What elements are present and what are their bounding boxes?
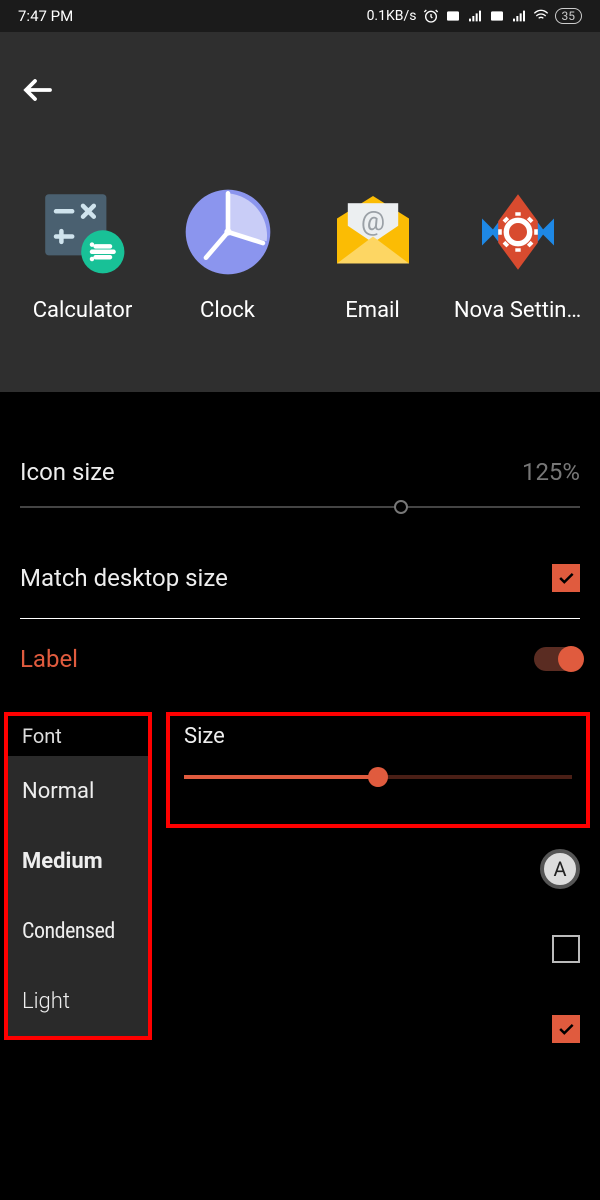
battery-indicator: 35 bbox=[555, 8, 583, 24]
signal-icon bbox=[467, 8, 483, 24]
status-indicators: 0.1KB/s 35 bbox=[367, 8, 582, 24]
size-slider[interactable] bbox=[184, 775, 572, 779]
nova-settings-icon bbox=[468, 182, 568, 282]
calculator-icon bbox=[33, 182, 133, 282]
match-desktop-checkbox[interactable] bbox=[552, 564, 580, 592]
font-panel: Font Normal Medium Condensed Light bbox=[4, 712, 152, 1040]
match-desktop-label: Match desktop size bbox=[20, 564, 228, 592]
match-desktop-row[interactable]: Match desktop size bbox=[20, 538, 580, 618]
svg-text:@: @ bbox=[360, 205, 384, 237]
net-speed: 0.1KB/s bbox=[367, 8, 417, 24]
icon-size-label: Icon size bbox=[20, 458, 115, 486]
label-section-row[interactable]: Label bbox=[20, 619, 580, 699]
font-option-condensed[interactable]: Condensed bbox=[8, 896, 148, 966]
preview-app-clock: Clock bbox=[163, 182, 293, 323]
email-icon: @ bbox=[323, 182, 423, 282]
icon-size-slider[interactable] bbox=[20, 506, 580, 508]
font-option-light[interactable]: Light bbox=[8, 966, 148, 1036]
status-bar: 7:47 PM 0.1KB/s 35 bbox=[0, 0, 600, 32]
font-option-normal[interactable]: Normal bbox=[8, 756, 148, 826]
slider-knob[interactable] bbox=[394, 500, 408, 514]
font-option-medium[interactable]: Medium bbox=[8, 826, 148, 896]
wifi-icon bbox=[533, 8, 549, 24]
app-label: Email bbox=[308, 298, 438, 323]
preview-app-nova: Nova Settin… bbox=[453, 182, 583, 323]
label-section-label: Label bbox=[20, 645, 78, 673]
size-panel: Size bbox=[166, 712, 590, 828]
volte-icon bbox=[445, 8, 461, 24]
font-header: Font bbox=[8, 716, 148, 756]
app-label: Calculator bbox=[18, 298, 148, 323]
clock-icon bbox=[178, 182, 278, 282]
status-time: 7:47 PM bbox=[18, 7, 367, 25]
signal-icon-2 bbox=[511, 8, 527, 24]
preview-app-calculator: Calculator bbox=[18, 182, 148, 323]
icon-size-value: 125% bbox=[522, 458, 580, 486]
checkbox-unchecked[interactable] bbox=[552, 935, 580, 963]
icon-preview-panel: Calculator Clock @ bbox=[0, 32, 600, 392]
back-arrow-icon[interactable] bbox=[20, 72, 56, 108]
preview-app-email: @ Email bbox=[308, 182, 438, 323]
icon-size-row[interactable]: Icon size 125% bbox=[20, 432, 580, 512]
alarm-icon bbox=[423, 8, 439, 24]
size-header: Size bbox=[184, 724, 572, 749]
app-label: Clock bbox=[163, 298, 293, 323]
label-toggle[interactable] bbox=[534, 647, 580, 671]
volte-icon-2 bbox=[489, 8, 505, 24]
color-button[interactable]: A bbox=[540, 849, 580, 889]
checkbox-checked[interactable] bbox=[552, 1015, 580, 1043]
size-slider-knob[interactable] bbox=[368, 767, 388, 787]
app-label: Nova Settin… bbox=[453, 298, 583, 323]
